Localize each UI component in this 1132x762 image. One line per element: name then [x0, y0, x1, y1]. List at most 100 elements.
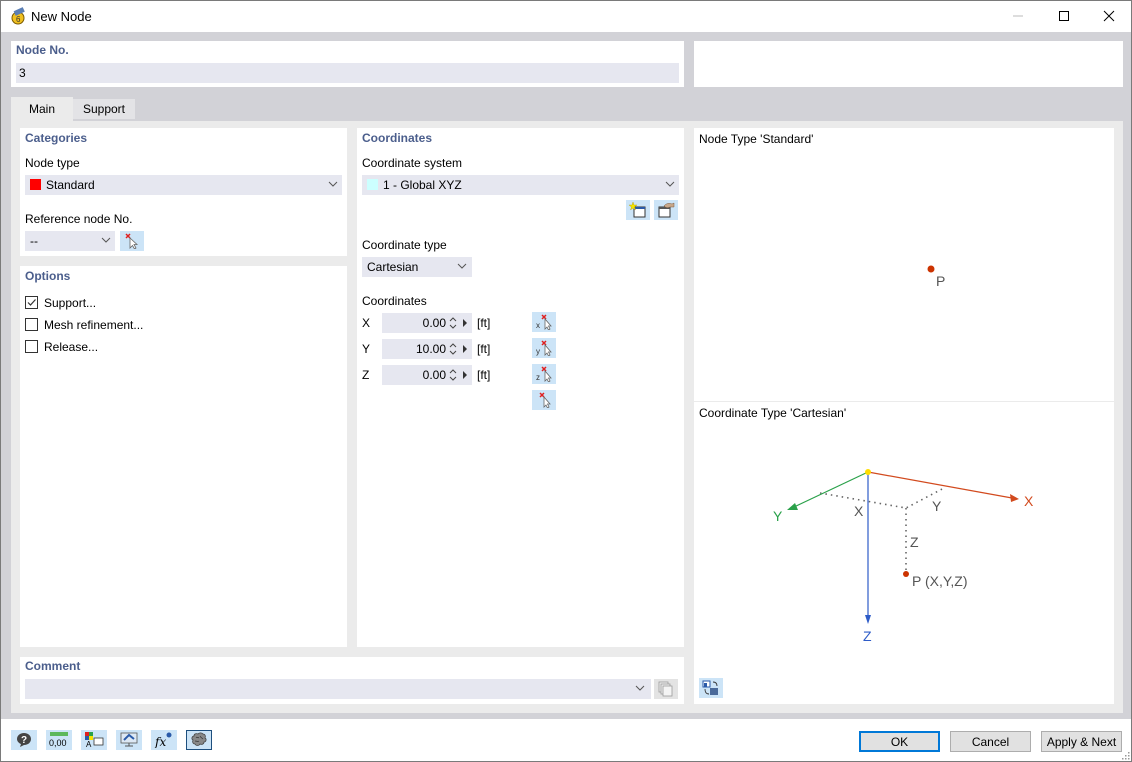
svg-text:y: y [536, 347, 540, 356]
close-button[interactable] [1086, 1, 1132, 31]
z-unit: [ft] [477, 368, 491, 382]
apply-next-button-label: Apply & Next [1046, 734, 1117, 749]
svg-text:0,00: 0,00 [49, 738, 67, 748]
tab-support[interactable]: Support [73, 99, 135, 119]
coordinate-type-value: Cartesian [367, 260, 419, 274]
svg-text:6: 6 [16, 15, 21, 24]
z-coordinate-input[interactable]: 0.00 [382, 365, 472, 385]
mesh-refinement-option[interactable]: Mesh refinement... [25, 317, 225, 333]
coordinate-system-value: 1 - Global XYZ [383, 178, 462, 192]
expand-arrow-icon[interactable] [462, 344, 468, 354]
node-no-input[interactable]: 3 [16, 63, 679, 83]
minimize-button[interactable] [995, 1, 1041, 31]
coordinate-type-label: Coordinate type [362, 238, 447, 252]
categories-title: Categories [25, 131, 88, 145]
xy-projection-guide [819, 487, 945, 509]
pick-all-coordinates-button[interactable] [532, 390, 556, 410]
comment-title: Comment [25, 659, 81, 673]
edit-window-hand-icon [658, 202, 675, 218]
coordinate-system-select[interactable]: 1 - Global XYZ [362, 175, 679, 195]
formula-editor-button[interactable]: fx [151, 730, 177, 750]
options-panel: Options Support... Mesh refinement... Re… [20, 266, 347, 647]
x-coordinate-input[interactable]: 0.00 [382, 313, 472, 333]
display-properties-button[interactable]: A [81, 730, 107, 750]
x-axis-label: X [362, 316, 371, 330]
copy-pages-icon [658, 681, 673, 697]
brain-icon [191, 732, 207, 746]
node-type-label: Node type [25, 156, 80, 170]
node-type-color-swatch [30, 179, 41, 190]
chevron-down-icon [328, 181, 338, 187]
preview-panel: Node Type 'Standard' P Coordinate Type '… [694, 128, 1114, 704]
cancel-button-label: Cancel [971, 734, 1010, 749]
point-p-marker [903, 571, 909, 577]
options-title: Options [25, 269, 71, 283]
x-dimension-label: X [854, 503, 864, 519]
chevron-down-icon [457, 263, 467, 269]
ok-button[interactable]: OK [859, 731, 940, 752]
coordinate-system-color-swatch [367, 179, 378, 190]
pick-x-coordinate-button[interactable]: x [532, 312, 556, 332]
svg-text:x: x [536, 321, 540, 330]
tab-support-label: Support [82, 102, 126, 116]
z-axis-arrow [865, 615, 871, 624]
node-no-panel: Node No. 3 [11, 41, 684, 87]
app-logo-icon: 6 [11, 7, 25, 25]
coordinate-type-select[interactable]: Cartesian [362, 257, 472, 277]
pick-reference-node-button[interactable] [120, 231, 144, 251]
pick-node-cursor-icon [125, 233, 139, 249]
tab-main-label: Main [28, 102, 55, 116]
node-type-select[interactable]: Standard [25, 175, 342, 195]
spinner-icon[interactable] [448, 366, 458, 384]
new-node-dialog: 6 New Node Node No. 3 Main Support Categ… [0, 0, 1132, 762]
maximize-icon [1059, 11, 1069, 21]
node-type-value: Standard [46, 178, 95, 192]
release-checkbox[interactable] [25, 340, 38, 353]
y-axis-label: Y [773, 508, 783, 524]
release-option-label: Release... [44, 340, 99, 354]
window-title: New Node [31, 9, 92, 24]
units-decimals-button[interactable]: 0,00 [46, 730, 72, 750]
comment-panel: Comment [20, 657, 684, 704]
support-checkbox[interactable] [25, 296, 38, 309]
apply-next-button[interactable]: Apply & Next [1041, 731, 1122, 752]
edit-coordinate-system-button[interactable] [654, 200, 678, 220]
switch-view-button[interactable] [699, 678, 723, 698]
expand-arrow-icon[interactable] [462, 318, 468, 328]
comment-input[interactable] [25, 679, 651, 699]
pick-z-coordinate-button[interactable]: z [532, 364, 556, 384]
z-axis-label: Z [863, 628, 872, 644]
support-option[interactable]: Support... [25, 295, 225, 311]
spinner-icon[interactable] [448, 314, 458, 332]
new-window-star-icon [629, 202, 646, 218]
pick-z-cursor-icon: z [536, 366, 552, 382]
y-unit: [ft] [477, 342, 491, 356]
help-button[interactable]: ? [11, 730, 37, 750]
tab-main[interactable]: Main [11, 97, 73, 121]
title-bar: 6 New Node [1, 1, 1131, 32]
coordinates-panel: Coordinates Coordinate system 1 - Global… [357, 128, 684, 647]
y-coordinate-input[interactable]: 10.00 [382, 339, 472, 359]
comment-library-button[interactable] [654, 679, 678, 699]
resize-grip-icon[interactable] [1121, 751, 1131, 761]
maximize-button[interactable] [1041, 1, 1087, 31]
mesh-refinement-checkbox[interactable] [25, 318, 38, 331]
x-axis-label: X [1024, 493, 1034, 509]
ai-assistant-button[interactable] [186, 730, 212, 750]
spinner-icon[interactable] [448, 340, 458, 358]
units-ruler-icon: 0,00 [49, 732, 68, 748]
info-panel [694, 41, 1123, 87]
color-properties-icon: A [85, 732, 104, 748]
view-model-button[interactable] [116, 730, 142, 750]
y-axis-arrow [787, 503, 798, 510]
reference-node-select[interactable]: -- [25, 231, 115, 251]
cancel-button[interactable]: Cancel [950, 731, 1031, 752]
pick-y-coordinate-button[interactable]: y [532, 338, 556, 358]
release-option[interactable]: Release... [25, 339, 225, 355]
node-no-label: Node No. [16, 43, 69, 57]
minimize-icon [1013, 15, 1023, 17]
svg-text:A: A [86, 740, 92, 748]
new-coordinate-system-button[interactable] [626, 200, 650, 220]
expand-arrow-icon[interactable] [462, 370, 468, 380]
formula-fx-icon: fx [154, 732, 172, 748]
